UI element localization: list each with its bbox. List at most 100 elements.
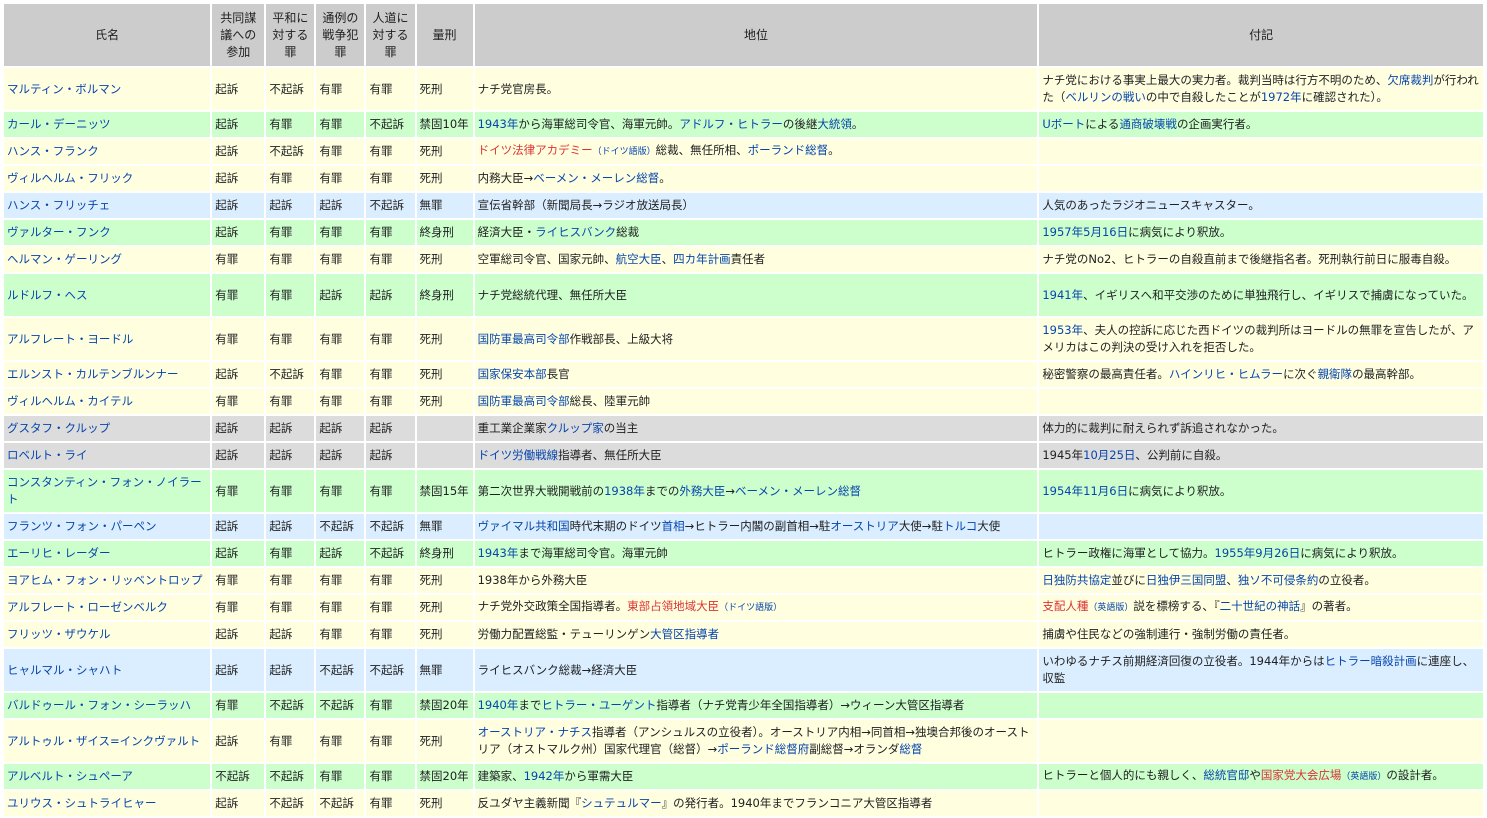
- link[interactable]: 1953年: [1042, 323, 1083, 337]
- link[interactable]: トルコ: [943, 519, 977, 533]
- link[interactable]: ベーメン・メーレン総督: [735, 484, 861, 498]
- link[interactable]: 1940年: [478, 698, 519, 712]
- link[interactable]: ポーランド総督府: [717, 742, 809, 756]
- link[interactable]: ベーメン・メーレン総督: [533, 171, 659, 185]
- cell-name[interactable]: ハンス・フリッチェ: [4, 193, 211, 218]
- cell-name-text[interactable]: ヨアヒム・フォン・リッベントロップ: [7, 573, 203, 587]
- link[interactable]: 大管区指導者: [650, 627, 719, 641]
- cell-name[interactable]: アルフレート・ヨードル: [4, 318, 211, 360]
- cell-name-text[interactable]: ハンス・フリッチェ: [7, 198, 110, 212]
- cell-name[interactable]: ハンス・フランク: [4, 139, 211, 164]
- cell-name[interactable]: フリッツ・ザウケル: [4, 622, 211, 647]
- lang-link[interactable]: （ドイツ語版）: [593, 147, 656, 157]
- link[interactable]: オーストリア・ナチス: [478, 725, 592, 739]
- link[interactable]: ドイツ法律アカデミー: [478, 143, 593, 157]
- link[interactable]: 1957年5月16日: [1042, 225, 1128, 239]
- link[interactable]: ヒトラー暗殺計画: [1325, 654, 1417, 668]
- cell-name-text[interactable]: グスタフ・クルップ: [7, 421, 110, 435]
- cell-name[interactable]: ヨアヒム・フォン・リッベントロップ: [4, 568, 211, 593]
- cell-name-text[interactable]: アルフレート・ローゼンベルク: [7, 600, 168, 614]
- link[interactable]: 航空大臣: [616, 252, 662, 266]
- cell-name[interactable]: アルベルト・シュペーア: [4, 764, 211, 789]
- link[interactable]: ヴァイマル共和国: [478, 519, 570, 533]
- cell-name[interactable]: ユリウス・シュトライヒャー: [4, 791, 211, 816]
- link[interactable]: ドイツ労働戦線: [478, 448, 559, 462]
- cell-name-text[interactable]: マルティン・ボルマン: [7, 82, 121, 96]
- cell-name[interactable]: ヴァルター・フンク: [4, 220, 211, 245]
- link[interactable]: 二十世紀の神話: [1220, 599, 1301, 613]
- link[interactable]: 総統官邸: [1203, 768, 1249, 782]
- cell-name[interactable]: ヴィルヘルム・フリック: [4, 166, 211, 191]
- cell-name-text[interactable]: コンスタンティン・フォン・ノイラート: [7, 475, 202, 506]
- cell-name[interactable]: アルトゥル・ザイス=インクヴァルト: [4, 720, 211, 762]
- link[interactable]: シュテュルマー: [581, 796, 662, 810]
- link[interactable]: 国家党大会広場: [1261, 768, 1342, 782]
- link[interactable]: 東部占領地域大臣: [627, 599, 719, 613]
- cell-name-text[interactable]: ヴィルヘルム・カイテル: [7, 394, 133, 408]
- link[interactable]: 国防軍最高司令部: [478, 332, 570, 346]
- link[interactable]: ヒトラー・ユーゲント: [541, 698, 656, 712]
- cell-name-text[interactable]: ルドルフ・ヘス: [7, 288, 88, 302]
- link[interactable]: 10月25日: [1083, 448, 1135, 462]
- link[interactable]: 国家保安本部: [478, 367, 547, 381]
- cell-name-text[interactable]: カール・デーニッツ: [7, 117, 111, 131]
- cell-name-text[interactable]: ヴィルヘルム・フリック: [7, 171, 133, 185]
- cell-name[interactable]: バルドゥール・フォン・シーラッハ: [4, 693, 211, 718]
- cell-name[interactable]: アルフレート・ローゼンベルク: [4, 595, 211, 620]
- cell-name[interactable]: ヒャルマル・シャハト: [4, 649, 211, 691]
- cell-name-text[interactable]: ハンス・フランク: [7, 144, 99, 158]
- lang-link[interactable]: （英語版）: [1341, 772, 1386, 782]
- link[interactable]: 1943年: [478, 117, 519, 131]
- cell-name[interactable]: フランツ・フォン・パーペン: [4, 514, 211, 539]
- link[interactable]: 1941年: [1042, 288, 1083, 302]
- link[interactable]: 日独防共協定: [1042, 573, 1111, 587]
- link[interactable]: 親衛隊: [1318, 367, 1353, 381]
- cell-name-text[interactable]: フリッツ・ザウケル: [7, 627, 111, 641]
- link[interactable]: 1954年11月6日: [1042, 484, 1128, 498]
- cell-name[interactable]: コンスタンティン・フォン・ノイラート: [4, 470, 211, 512]
- link[interactable]: 総督: [899, 742, 922, 756]
- cell-name-text[interactable]: ヒャルマル・シャハト: [7, 663, 122, 677]
- link[interactable]: 四カ年計画: [673, 252, 731, 266]
- cell-name-text[interactable]: バルドゥール・フォン・シーラッハ: [7, 698, 191, 712]
- lang-link[interactable]: （英語版）: [1088, 603, 1133, 613]
- link[interactable]: クルップ家: [547, 421, 604, 435]
- link[interactable]: 通商破壊戦: [1119, 117, 1177, 131]
- cell-name[interactable]: エルンスト・カルテンブルンナー: [4, 362, 211, 387]
- link[interactable]: 国防軍最高司令部: [478, 394, 570, 408]
- link[interactable]: 欠席裁判: [1387, 73, 1433, 87]
- link[interactable]: Uボート: [1042, 117, 1085, 131]
- cell-name-text[interactable]: アルフレート・ヨードル: [7, 332, 133, 346]
- cell-name[interactable]: ルドルフ・ヘス: [4, 274, 211, 316]
- cell-name[interactable]: ヴィルヘルム・カイテル: [4, 389, 211, 414]
- link[interactable]: 独ソ不可侵条約: [1238, 573, 1319, 587]
- link[interactable]: 1943年: [478, 546, 519, 560]
- cell-name[interactable]: ヘルマン・ゲーリング: [4, 247, 211, 272]
- link[interactable]: ハインリヒ・ヒムラー: [1169, 367, 1283, 381]
- link[interactable]: 日独伊三国同盟: [1146, 573, 1227, 587]
- link[interactable]: ポーランド総督: [748, 143, 829, 157]
- cell-name[interactable]: グスタフ・クルップ: [4, 416, 211, 441]
- cell-name-text[interactable]: エーリヒ・レーダー: [7, 546, 111, 560]
- link[interactable]: ベルリンの戦い: [1065, 90, 1146, 104]
- link[interactable]: 1972年: [1261, 90, 1302, 104]
- link[interactable]: 外務大臣: [679, 484, 725, 498]
- cell-name-text[interactable]: ヴァルター・フンク: [7, 225, 111, 239]
- lang-link[interactable]: （ドイツ語版）: [719, 603, 782, 613]
- cell-name-text[interactable]: ロベルト・ライ: [7, 448, 88, 462]
- link[interactable]: 大統領: [817, 117, 852, 131]
- cell-name-text[interactable]: フランツ・フォン・パーペン: [7, 519, 157, 533]
- cell-name[interactable]: マルティン・ボルマン: [4, 68, 211, 110]
- link[interactable]: 1955年9月26日: [1215, 546, 1301, 560]
- cell-name-text[interactable]: アルトゥル・ザイス=インクヴァルト: [7, 734, 200, 748]
- cell-name[interactable]: ロベルト・ライ: [4, 443, 211, 468]
- link[interactable]: 首相: [662, 519, 685, 533]
- cell-name[interactable]: エーリヒ・レーダー: [4, 541, 211, 566]
- cell-name[interactable]: カール・デーニッツ: [4, 112, 211, 137]
- cell-name-text[interactable]: ユリウス・シュトライヒャー: [7, 796, 157, 810]
- cell-name-text[interactable]: アルベルト・シュペーア: [7, 769, 133, 783]
- link[interactable]: 支配人種: [1042, 599, 1088, 613]
- cell-name-text[interactable]: ヘルマン・ゲーリング: [7, 252, 122, 266]
- cell-name-text[interactable]: エルンスト・カルテンブルンナー: [7, 367, 178, 381]
- link[interactable]: 1938年: [604, 484, 645, 498]
